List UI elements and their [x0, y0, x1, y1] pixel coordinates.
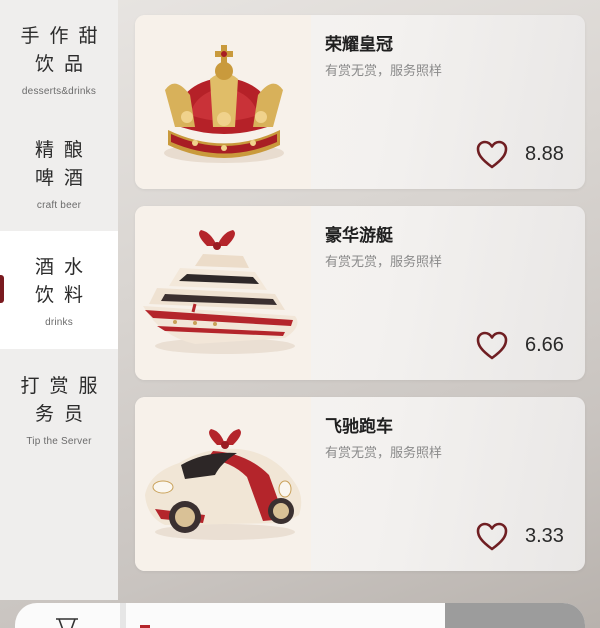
sports-car-image	[135, 397, 311, 571]
crown-image	[135, 15, 311, 189]
product-title: 荣耀皇冠	[325, 35, 393, 55]
sidebar-item-label: 酒水 饮料	[34, 255, 93, 306]
badge-icon	[140, 625, 150, 628]
product-price: 6.66	[525, 334, 564, 356]
product-subtitle: 有赏无赏，服务照样	[325, 64, 443, 79]
sidebar-item-sublabel: desserts&drinks	[21, 85, 97, 97]
cart-icon[interactable]	[55, 617, 79, 628]
bottom-cart-bar	[15, 603, 585, 628]
sidebar-item-drinks[interactable]: 酒水 饮料 drinks	[0, 231, 118, 349]
product-subtitle: 有赏无赏，服务照样	[325, 255, 443, 270]
sidebar-item-label: 手作甜 饮品	[20, 24, 108, 75]
checkout-button[interactable]	[445, 603, 585, 628]
heart-icon[interactable]	[475, 138, 509, 172]
heart-icon[interactable]	[475, 520, 509, 554]
sidebar-item-label: 精酿 啤酒	[34, 138, 93, 189]
sidebar-item-label: 打赏服 务员	[20, 374, 108, 425]
sidebar-item-sublabel: Tip the Server	[26, 435, 92, 447]
sidebar-item-sublabel: craft beer	[36, 199, 82, 211]
product-subtitle: 有赏无赏，服务照样	[325, 446, 443, 461]
sidebar-item-tip-server[interactable]: 打赏服 务员 Tip the Server	[0, 350, 118, 468]
product-card-yacht[interactable]: 豪华游艇 有赏无赏，服务照样 6.66	[135, 206, 585, 380]
product-card-crown[interactable]: 荣耀皇冠 有赏无赏，服务照样 8.88	[135, 15, 585, 189]
product-title: 飞驰跑车	[325, 417, 393, 437]
sidebar-item-desserts[interactable]: 手作甜 饮品 desserts&drinks	[0, 0, 118, 118]
sidebar-item-sublabel: drinks	[45, 316, 73, 328]
sidebar-item-craft-beer[interactable]: 精酿 啤酒 craft beer	[0, 114, 118, 232]
category-sidebar: 手作甜 饮品 desserts&drinks 精酿 啤酒 craft beer …	[0, 0, 118, 600]
product-title: 豪华游艇	[325, 226, 393, 246]
product-price: 3.33	[525, 525, 564, 547]
divider	[120, 603, 126, 628]
product-price: 8.88	[525, 143, 564, 165]
yacht-image	[135, 206, 311, 380]
heart-icon[interactable]	[475, 329, 509, 363]
product-card-sports-car[interactable]: 飞驰跑车 有赏无赏，服务照样 3.33	[135, 397, 585, 571]
